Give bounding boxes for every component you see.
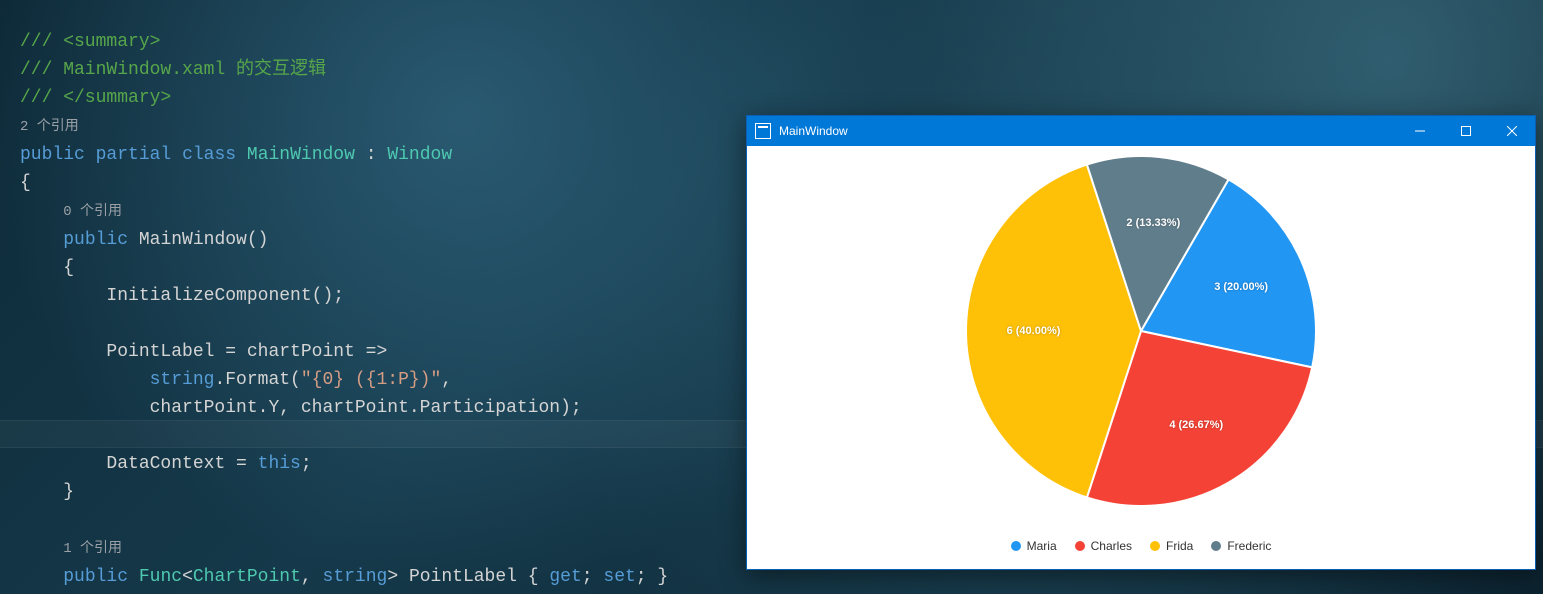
minimize-button[interactable]	[1397, 116, 1443, 146]
keyword-string: string	[150, 370, 215, 390]
comma: ,	[441, 370, 452, 390]
legend-dot-icon	[1075, 541, 1085, 551]
legend-label: Maria	[1027, 539, 1057, 553]
keyword-public: public	[63, 230, 128, 250]
app-window-mainwindow: MainWindow 3 (20.00%) 4 (26.67%) 6 (40.00%…	[746, 115, 1536, 570]
type-chartpoint: ChartPoint	[193, 567, 301, 587]
codelens-references-class[interactable]: 2 个引用	[20, 119, 79, 135]
lambda-assign: PointLabel = chartPoint =>	[106, 342, 387, 362]
legend-item-frida[interactable]: Frida	[1150, 539, 1193, 553]
window-title: MainWindow	[779, 124, 848, 138]
type-mainwindow: MainWindow	[247, 145, 355, 165]
keyword-public: public	[63, 567, 128, 587]
codelens-references-prop[interactable]: 1 个引用	[63, 541, 122, 557]
semicolon: ;	[301, 454, 312, 474]
window-titlebar[interactable]: MainWindow	[747, 116, 1535, 146]
call-initializecomponent: InitializeComponent();	[106, 286, 344, 306]
legend-label: Charles	[1091, 539, 1132, 553]
pie-slice-label-frederic: 2 (13.33%)	[1126, 217, 1180, 229]
keyword-partial: partial	[96, 145, 172, 165]
legend-item-charles[interactable]: Charles	[1075, 539, 1132, 553]
code-editor[interactable]: /// <summary> /// MainWindow.xaml 的交互逻辑 …	[20, 0, 760, 594]
keyword-get: get	[549, 567, 581, 587]
xml-doc-line: /// MainWindow.xaml 的交互逻辑	[20, 60, 326, 80]
keyword-set: set	[603, 567, 635, 587]
close-button[interactable]	[1489, 116, 1535, 146]
pie-slice-label-frida: 6 (40.00%)	[1007, 325, 1061, 337]
prop-tail: ; }	[636, 567, 668, 587]
datacontext-assign: DataContext =	[106, 454, 257, 474]
legend-dot-icon	[1011, 541, 1021, 551]
keyword-this: this	[258, 454, 301, 474]
punct-colon: :	[355, 145, 387, 165]
lt: <	[182, 567, 193, 587]
ctor-name: MainWindow	[139, 230, 247, 250]
maximize-button[interactable]	[1443, 116, 1489, 146]
brace: {	[63, 258, 74, 278]
close-icon	[1507, 126, 1517, 136]
prop-name: PointLabel {	[398, 567, 549, 587]
type-func: Func	[139, 567, 182, 587]
parens: ()	[247, 230, 269, 250]
xml-doc-line: /// </summary>	[20, 88, 171, 108]
chart-legend: Maria Charles Frida Frederic	[747, 539, 1535, 553]
maximize-icon	[1461, 126, 1471, 136]
call-format: .Format(	[214, 370, 300, 390]
pie-slice-label-maria: 3 (20.00%)	[1214, 281, 1268, 293]
string-literal: "{0} ({1:P})"	[301, 370, 441, 390]
gt: >	[387, 567, 398, 587]
keyword-public: public	[20, 145, 85, 165]
pie-slice-label-charles: 4 (26.67%)	[1169, 419, 1223, 431]
xml-doc-line: /// <summary>	[20, 32, 160, 52]
semicolon: ;	[582, 567, 604, 587]
brace: }	[63, 482, 74, 502]
comma: ,	[301, 567, 323, 587]
legend-dot-icon	[1150, 541, 1160, 551]
type-string: string	[323, 567, 388, 587]
legend-dot-icon	[1211, 541, 1221, 551]
brace: {	[20, 173, 31, 193]
legend-label: Frida	[1166, 539, 1193, 553]
keyword-class: class	[182, 145, 236, 165]
minimize-icon	[1415, 126, 1425, 136]
legend-item-frederic[interactable]: Frederic	[1211, 539, 1271, 553]
chart-area: 3 (20.00%) 4 (26.67%) 6 (40.00%) 2 (13.33%)…	[747, 146, 1535, 569]
codelens-references-ctor[interactable]: 0 个引用	[63, 204, 122, 220]
window-icon	[755, 123, 771, 139]
type-window: Window	[387, 145, 452, 165]
legend-label: Frederic	[1227, 539, 1271, 553]
format-args: chartPoint.Y, chartPoint.Participation);	[150, 398, 582, 418]
window-buttons	[1397, 116, 1535, 146]
legend-item-maria[interactable]: Maria	[1011, 539, 1057, 553]
